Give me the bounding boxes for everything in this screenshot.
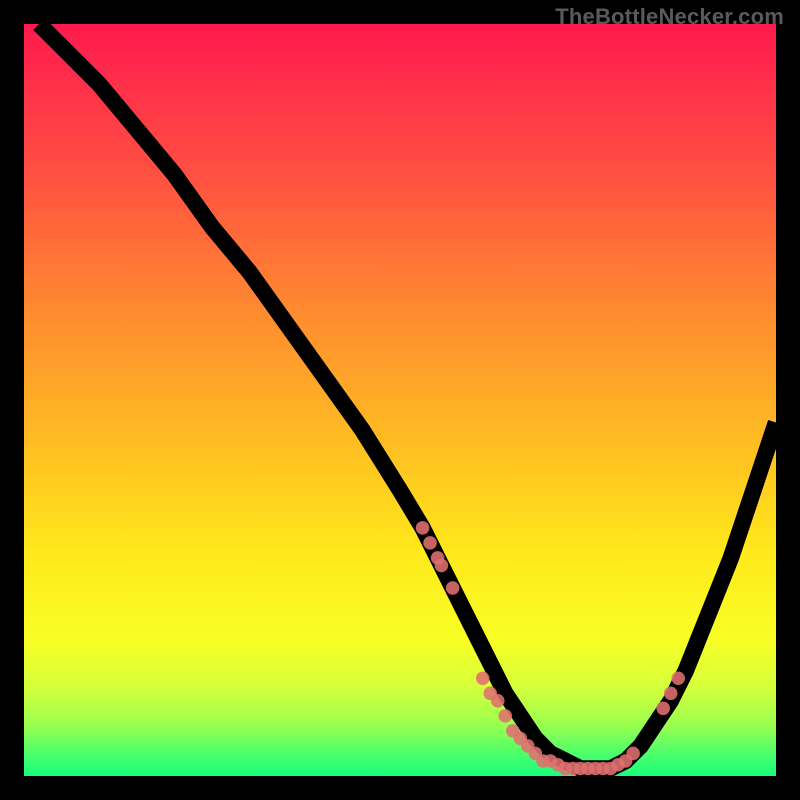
data-point [664,687,678,701]
data-point [423,536,437,550]
curve-layer [24,24,776,776]
data-point [491,694,505,708]
data-point [416,521,430,535]
data-point [476,671,490,685]
data-point [446,581,460,595]
data-point [671,671,685,685]
watermark-text: TheBottleNecker.com [555,4,784,30]
plot-area [24,24,776,776]
data-point [435,559,449,573]
chart-stage: TheBottleNecker.com [0,0,800,800]
data-point [626,747,640,761]
bottleneck-curve [39,24,776,768]
data-point [499,709,513,723]
data-point [656,702,670,716]
